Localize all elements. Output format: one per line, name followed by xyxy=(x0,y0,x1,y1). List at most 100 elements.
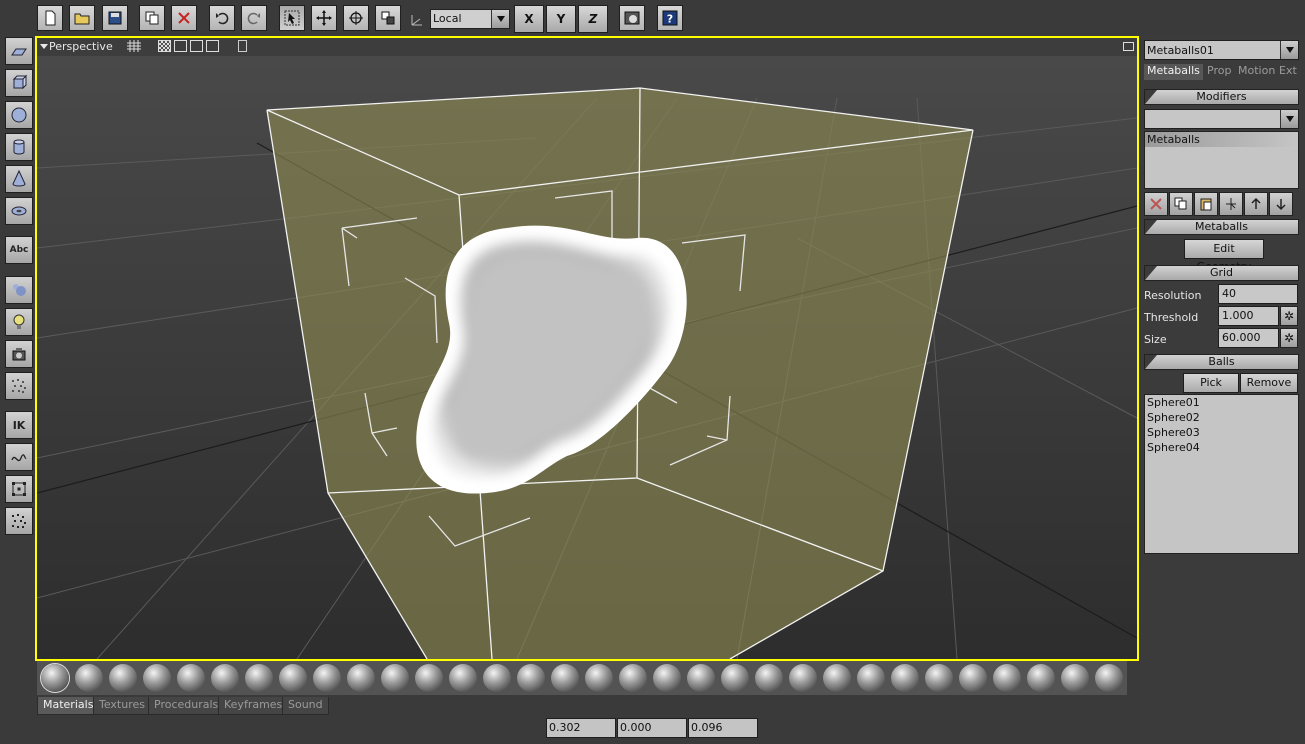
tab-keyframes[interactable]: Keyframes xyxy=(218,697,289,715)
new-file-button[interactable] xyxy=(37,5,63,31)
material-slot[interactable] xyxy=(347,664,375,692)
light-tool-button[interactable] xyxy=(5,308,33,336)
viewport-menu-arrow-icon[interactable] xyxy=(40,44,48,49)
torus-tool-button[interactable] xyxy=(5,197,33,225)
material-slot[interactable] xyxy=(449,664,477,692)
material-slot[interactable] xyxy=(483,664,511,692)
material-slot[interactable] xyxy=(585,664,613,692)
remove-modifier-button[interactable] xyxy=(1144,192,1168,216)
move-modifier-down-button[interactable] xyxy=(1269,192,1293,216)
ik-tool-button[interactable]: IK xyxy=(5,411,33,439)
scatter-tool-button[interactable] xyxy=(5,507,33,535)
material-slot[interactable] xyxy=(857,664,885,692)
move-tool-button[interactable] xyxy=(311,5,337,31)
modifier-stack-list[interactable]: Metaballs xyxy=(1144,131,1299,189)
edit-geometry-button[interactable]: Edit Geometry xyxy=(1184,239,1264,273)
help-button[interactable]: ? xyxy=(657,5,683,31)
undo-button[interactable] xyxy=(209,5,235,31)
cube-tool-button[interactable] xyxy=(5,69,33,97)
material-slot[interactable] xyxy=(1095,664,1123,692)
list-item[interactable]: Sphere01 xyxy=(1145,395,1298,410)
figure-tool-button[interactable] xyxy=(5,276,33,304)
balls-list[interactable]: Sphere01 Sphere02 Sphere03 Sphere04 xyxy=(1144,394,1299,554)
material-slot[interactable] xyxy=(143,664,171,692)
material-slot[interactable] xyxy=(109,664,137,692)
axis-z-button[interactable]: Z xyxy=(578,5,608,33)
material-slot[interactable] xyxy=(891,664,919,692)
size-input[interactable]: 60.000 xyxy=(1218,328,1279,348)
list-item[interactable]: Sphere03 xyxy=(1145,425,1298,440)
material-slot[interactable] xyxy=(993,664,1021,692)
material-slot[interactable] xyxy=(619,664,647,692)
tab-motion[interactable]: Motion xyxy=(1238,64,1275,80)
material-slot[interactable] xyxy=(211,664,239,692)
material-slot[interactable] xyxy=(653,664,681,692)
tab-ext[interactable]: Ext xyxy=(1279,64,1297,80)
material-slot[interactable] xyxy=(925,664,953,692)
material-slot[interactable] xyxy=(415,664,443,692)
collapse-stack-button[interactable] xyxy=(1219,192,1243,216)
coordinate-system-select[interactable]: Local xyxy=(430,9,510,29)
threshold-settings-button[interactable]: ✲ xyxy=(1280,306,1298,326)
material-slot[interactable] xyxy=(823,664,851,692)
list-item[interactable]: Sphere04 xyxy=(1145,440,1298,455)
perspective-viewport[interactable]: Perspective xyxy=(35,36,1139,661)
material-slot[interactable] xyxy=(517,664,545,692)
paste-modifier-button[interactable] xyxy=(1194,192,1218,216)
material-slot[interactable] xyxy=(551,664,579,692)
balls-section-header[interactable]: Balls xyxy=(1144,354,1299,370)
material-slot[interactable] xyxy=(1027,664,1055,692)
grid-section-header[interactable]: Grid xyxy=(1144,265,1299,281)
delete-button[interactable] xyxy=(171,5,197,31)
tab-sound[interactable]: Sound xyxy=(282,697,329,715)
copy-modifier-button[interactable] xyxy=(1169,192,1193,216)
select-tool-button[interactable] xyxy=(279,5,305,31)
material-slot[interactable] xyxy=(959,664,987,692)
camera-tool-button[interactable] xyxy=(5,340,33,368)
material-slot[interactable] xyxy=(381,664,409,692)
chevron-down-icon[interactable] xyxy=(1280,41,1298,59)
tab-materials[interactable]: Materials xyxy=(37,697,100,715)
scale-tool-button[interactable] xyxy=(375,5,401,31)
rotate-tool-button[interactable] xyxy=(343,5,369,31)
open-file-button[interactable] xyxy=(69,5,95,31)
tab-prop[interactable]: Prop xyxy=(1207,64,1231,80)
grid-toggle-icon[interactable] xyxy=(127,40,141,52)
save-button[interactable] xyxy=(102,5,128,31)
material-slot[interactable] xyxy=(41,664,69,692)
axis-y-button[interactable]: Y xyxy=(546,5,576,33)
viewport-title[interactable]: Perspective xyxy=(49,40,113,53)
remove-ball-button[interactable]: Remove xyxy=(1240,373,1298,393)
shading-mode-icon[interactable] xyxy=(158,40,171,52)
cone-tool-button[interactable] xyxy=(5,165,33,193)
size-settings-button[interactable]: ✲ xyxy=(1280,328,1298,348)
render-button[interactable] xyxy=(619,5,645,31)
view-options-icon[interactable] xyxy=(238,40,247,52)
tab-textures[interactable]: Textures xyxy=(93,697,151,715)
view-layout-double-icon[interactable] xyxy=(190,40,203,52)
chevron-down-icon[interactable] xyxy=(1280,110,1298,128)
material-slot[interactable] xyxy=(687,664,715,692)
material-slot[interactable] xyxy=(789,664,817,692)
material-slot[interactable] xyxy=(313,664,341,692)
cylinder-tool-button[interactable] xyxy=(5,133,33,161)
object-select[interactable]: Metaballs01 xyxy=(1144,40,1299,60)
list-item[interactable]: Metaballs xyxy=(1145,132,1298,147)
metaballs-section-header[interactable]: Metaballs xyxy=(1144,219,1299,235)
material-slot[interactable] xyxy=(721,664,749,692)
text-tool-button[interactable]: Abc xyxy=(5,236,33,264)
add-modifier-select[interactable] xyxy=(1144,109,1299,129)
redo-button[interactable] xyxy=(241,5,267,31)
material-slot[interactable] xyxy=(279,664,307,692)
material-slot[interactable] xyxy=(245,664,273,692)
viewport-canvas[interactable] xyxy=(37,38,1137,659)
particles-tool-button[interactable] xyxy=(5,372,33,400)
list-item[interactable]: Sphere02 xyxy=(1145,410,1298,425)
plane-tool-button[interactable] xyxy=(5,37,33,65)
tab-metaballs[interactable]: Metaballs xyxy=(1144,64,1203,80)
lattice-tool-button[interactable] xyxy=(5,475,33,503)
move-modifier-up-button[interactable] xyxy=(1244,192,1268,216)
copy-button[interactable] xyxy=(139,5,165,31)
coord-z-field[interactable]: 0.096 xyxy=(688,718,758,738)
material-slot[interactable] xyxy=(1061,664,1089,692)
